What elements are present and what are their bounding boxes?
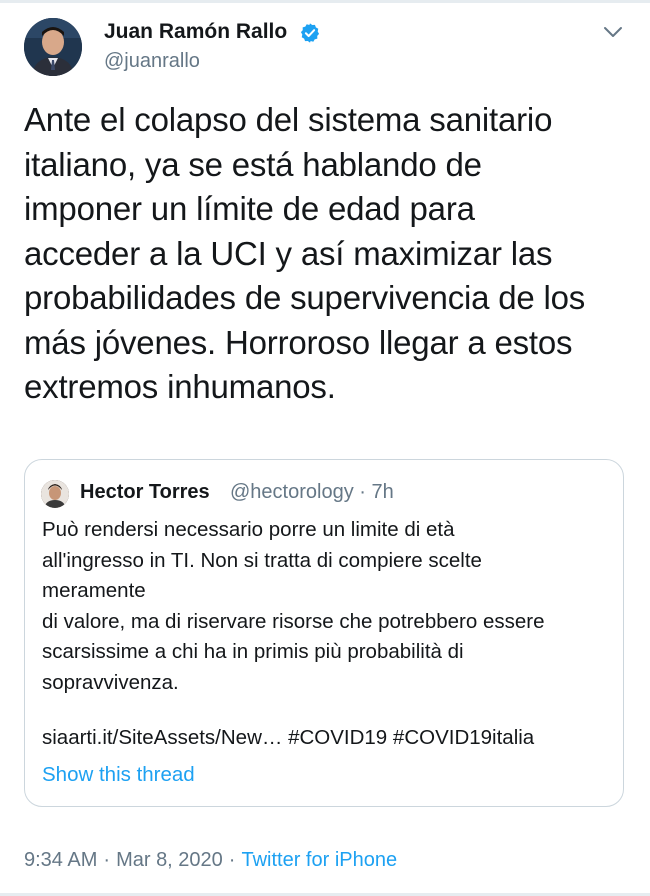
tweet-line: imponer un límite de edad para	[24, 190, 475, 227]
author-photo	[24, 18, 82, 76]
tweet-meta: 9:34 AM · Mar 8, 2020 · Twitter for iPhone	[24, 849, 397, 872]
tweet-line: italiano, ya se está hablando de	[24, 145, 482, 183]
meta-separator: ·	[228, 849, 236, 871]
quoted-line: all'ingresso in TI. Non si tratta di com…	[42, 548, 482, 572]
quoted-line: scarsissime a chi ha in primis più proba…	[42, 640, 464, 663]
quoted-author-photo	[41, 480, 69, 508]
tweet-line: probabilidades de supervivencia de los	[24, 279, 586, 316]
author-avatar[interactable]	[24, 18, 82, 76]
quoted-author-handle-time[interactable]: @hectorology · 7h	[230, 481, 394, 504]
quoted-line: meramente	[42, 579, 146, 602]
author-name[interactable]: Juan Ramón Rallo	[104, 20, 287, 44]
hashtag-link[interactable]: #COVID19italia	[393, 726, 534, 749]
tweet-source-link[interactable]: Twitter for iPhone	[241, 849, 397, 871]
quoted-line: di valore, ma di riservare risorse che p…	[42, 609, 545, 633]
show-thread-link[interactable]: Show this thread	[42, 763, 195, 787]
author-handle[interactable]: @juanrallo	[104, 50, 200, 73]
tweet-date[interactable]: Mar 8, 2020	[116, 849, 223, 871]
tweet-line: Ante el colapso del sistema sanitario	[24, 101, 553, 138]
tweet-time[interactable]: 9:34 AM	[24, 849, 97, 871]
top-divider	[0, 0, 650, 3]
quoted-links-line: siaarti.it/SiteAssets/New… #COVID19 #COV…	[42, 726, 534, 750]
quoted-line: Può rendersi necessario porre un limite …	[42, 518, 455, 541]
chevron-down-icon[interactable]	[602, 24, 624, 40]
quoted-url-link[interactable]: siaarti.it/SiteAssets/New…	[42, 726, 282, 749]
quoted-author-name[interactable]: Hector Torres	[80, 481, 210, 504]
quoted-author-avatar[interactable]	[41, 480, 69, 508]
tweet-line: acceder a la UCI y así maximizar las	[24, 234, 553, 272]
tweet-line: extremos inhumanos.	[24, 368, 336, 405]
quoted-tweet-text: Può rendersi necessario porre un limite …	[42, 515, 617, 698]
tweet-text: Ante el colapso del sistema sanitario it…	[24, 98, 636, 410]
quoted-line: sopravvivenza.	[42, 670, 179, 694]
tweet-line: más jóvenes. Horroroso llegar a estos	[24, 323, 573, 361]
hashtag-link[interactable]: #COVID19	[288, 726, 387, 749]
quoted-tweet-card[interactable]: Hector Torres @hectorology · 7h Può rend…	[24, 459, 624, 807]
meta-separator: ·	[103, 849, 111, 871]
verified-badge-icon	[300, 23, 320, 43]
